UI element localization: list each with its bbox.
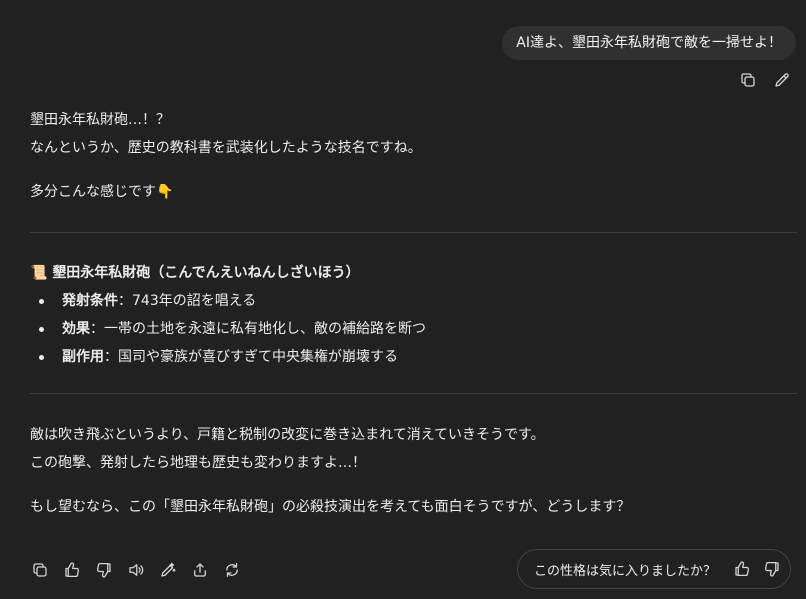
user-message-actions xyxy=(738,70,792,90)
user-message-bubble: AI達よ、墾田永年私財砲で敵を一掃せよ！ xyxy=(502,26,796,60)
bad-response-button[interactable] xyxy=(94,560,114,580)
message-action-bar xyxy=(30,560,242,580)
edit-in-canvas-icon xyxy=(161,562,176,577)
outro-line-2: この砲撃、発射したら地理も歴史も変わりますよ…！ xyxy=(30,455,366,471)
user-message-text: AI達よ、墾田永年私財砲で敵を一掃せよ！ xyxy=(516,35,782,51)
thumbs-down-icon xyxy=(764,561,779,577)
effects-list: 発射条件：743年の詔を唱える 効果：一帯の土地を永遠に私有地化し、敵の補給路を… xyxy=(30,287,796,371)
intro-line-2: なんというか、歴史の教科書を武装化したような技名ですね。 xyxy=(30,140,422,156)
share-button[interactable] xyxy=(190,560,210,580)
assistant-message: 墾田永年私財砲…！？ なんというか、歴史の教科書を武装化したような技名ですね。 … xyxy=(30,106,797,521)
regenerate-icon xyxy=(226,562,238,578)
list-item: 副作用：国司や豪族が喜びすぎて中央集権が崩壊する xyxy=(30,343,796,371)
feedback-like-button[interactable] xyxy=(732,559,752,579)
edit-icon xyxy=(775,73,789,87)
intro-line-1: 墾田永年私財砲…！？ xyxy=(30,112,170,128)
section-title: 墾田永年私財砲（こんでんえいねんしざいほう） xyxy=(52,265,360,281)
feedback-dislike-button[interactable] xyxy=(762,559,782,579)
edit-message-button[interactable] xyxy=(772,70,792,90)
thumbs-down-icon xyxy=(96,562,111,578)
section-heading: 📜 墾田永年私財砲（こんでんえいねんしざいほう） xyxy=(30,259,796,287)
regenerate-button[interactable] xyxy=(222,560,242,580)
copy-icon xyxy=(741,73,755,87)
read-aloud-button[interactable] xyxy=(126,560,146,580)
list-item: 発射条件：743年の詔を唱える xyxy=(30,287,796,315)
personality-feedback-box: この性格は気に入りましたか？ xyxy=(517,549,791,589)
thumbs-up-icon xyxy=(65,562,80,578)
scroll-icon: 📜 xyxy=(30,265,48,281)
outro-line-3: もし望むなら、この「墾田永年私財砲」の必殺技演出を考えても面白そうですが、どうし… xyxy=(30,499,631,515)
feedback-question: この性格は気に入りましたか？ xyxy=(534,563,717,579)
list-item: 効果：一帯の土地を永遠に私有地化し、敵の補給路を断つ xyxy=(30,315,796,343)
copy-button[interactable] xyxy=(30,560,50,580)
chat-page: AI達よ、墾田永年私財砲で敵を一掃せよ！ 墾田永年私財砲…！？ なんというか、歴… xyxy=(0,0,806,599)
edit-in-canvas-button[interactable] xyxy=(158,560,178,580)
intro-line-3: 多分こんな感じです👇 xyxy=(30,184,174,200)
thumbs-up-icon xyxy=(735,561,750,577)
good-response-button[interactable] xyxy=(62,560,82,580)
copy-user-message-button[interactable] xyxy=(738,70,758,90)
copy-icon xyxy=(33,563,47,577)
outro-line-1: 敵は吹き飛ぶというより、戸籍と税制の改変に巻き込まれて消えていきそうです。 xyxy=(30,427,545,443)
read-aloud-icon xyxy=(129,564,144,576)
share-icon xyxy=(194,563,206,577)
